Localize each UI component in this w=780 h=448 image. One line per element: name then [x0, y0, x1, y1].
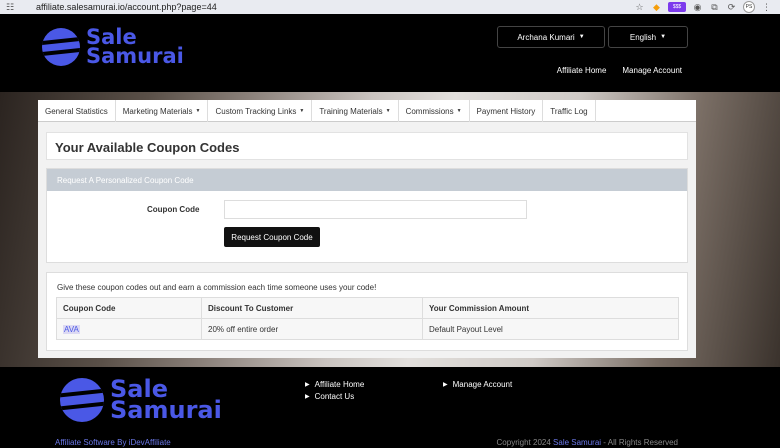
caret-down-icon: ▼: [456, 108, 462, 114]
browser-toolbar: ☷ affiliate.salesamurai.io/account.php?p…: [0, 0, 780, 14]
nav-payment-history[interactable]: Payment History: [470, 100, 544, 122]
footer-link-contact-us[interactable]: ▶ Contact Us: [305, 390, 364, 402]
account-nav: General Statistics Marketing Materials ▼ …: [38, 100, 696, 122]
coupon-code-label: Coupon Code: [147, 205, 200, 214]
arrow-right-icon: ▶: [443, 381, 448, 388]
footer-link-affiliate-home[interactable]: ▶ Affiliate Home: [305, 378, 364, 390]
copyright-brand-link[interactable]: Sale Samurai: [553, 438, 601, 447]
table-header-row: Coupon Code Discount To Customer Your Co…: [56, 297, 679, 319]
logo-text: Sale Samurai: [110, 375, 222, 424]
address-bar[interactable]: affiliate.salesamurai.io/account.php?pag…: [36, 2, 217, 12]
footer-links-col1: ▶ Affiliate Home ▶ Contact Us: [305, 378, 364, 402]
column-header: Coupon Code: [56, 297, 202, 319]
page-title-box: Your Available Coupon Codes: [46, 132, 688, 160]
page-title: Your Available Coupon Codes: [55, 140, 240, 155]
nav-commissions[interactable]: Commissions ▼: [399, 100, 470, 122]
site-logo[interactable]: Sale Samurai: [42, 25, 184, 68]
logo-mark-icon: [42, 28, 80, 66]
manage-account-link[interactable]: Manage Account: [622, 66, 682, 75]
header-links: Affiliate Home Manage Account: [557, 66, 682, 75]
camera-icon[interactable]: ◉: [692, 2, 703, 13]
nav-traffic-log[interactable]: Traffic Log: [543, 100, 596, 122]
menu-icon[interactable]: ⋮: [761, 2, 772, 13]
brave-icon[interactable]: ◆: [651, 2, 662, 13]
language-menu-button[interactable]: English ▼: [608, 26, 688, 48]
arrow-right-icon: ▶: [305, 393, 310, 400]
extension-badge[interactable]: $$$: [668, 2, 686, 12]
request-coupon-section: Request A Personalized Coupon Code Coupo…: [46, 168, 688, 263]
star-icon[interactable]: ☆: [634, 2, 645, 13]
request-heading: Request A Personalized Coupon Code: [47, 169, 687, 191]
browser-actions: ☆ ◆ $$$ ◉ ⧉ ⟳ PS ⋮: [634, 1, 772, 13]
caret-down-icon: ▼: [385, 108, 391, 114]
coupon-code-cell[interactable]: AVA: [56, 318, 202, 340]
site-footer: Sale Samurai ▶ Affiliate Home ▶ Contact Us…: [0, 367, 780, 448]
user-menu-button[interactable]: Archana Kumari ▼: [497, 26, 605, 48]
column-header: Discount To Customer: [201, 297, 423, 319]
coupon-code-input[interactable]: [224, 200, 527, 219]
request-coupon-button[interactable]: Request Coupon Code: [224, 227, 320, 247]
table-row: AVA 20% off entire order Default Payout …: [56, 318, 679, 340]
site-settings-icon[interactable]: ☷: [6, 2, 16, 12]
copyright-text: Copyright 2024 Sale Samurai - All Rights…: [496, 438, 678, 447]
sync-icon[interactable]: ⟳: [726, 2, 737, 13]
commission-cell: Default Payout Level: [422, 318, 679, 340]
main-panel: General Statistics Marketing Materials ▼ …: [38, 100, 696, 358]
discount-cell: 20% off entire order: [201, 318, 423, 340]
logo-mark-icon: [60, 378, 104, 422]
coupon-table: Coupon Code Discount To Customer Your Co…: [56, 297, 679, 340]
profile-avatar[interactable]: PS: [743, 1, 755, 13]
nav-custom-tracking-links[interactable]: Custom Tracking Links ▼: [208, 100, 313, 122]
caret-down-icon: ▼: [299, 108, 305, 114]
footer-links-col2: ▶ Manage Account: [443, 378, 512, 390]
nav-marketing-materials[interactable]: Marketing Materials ▼: [116, 100, 209, 122]
nav-general-statistics[interactable]: General Statistics: [38, 100, 116, 122]
column-header: Your Commission Amount: [422, 297, 679, 319]
coupon-list-section: Give these coupon codes out and earn a c…: [46, 272, 688, 351]
caret-down-icon: ▼: [660, 34, 667, 40]
footer-logo[interactable]: Sale Samurai: [60, 375, 222, 424]
logo-text: Sale Samurai: [86, 25, 184, 68]
site-header: Sale Samurai Archana Kumari ▼ English ▼ …: [0, 14, 780, 92]
affiliate-home-link[interactable]: Affiliate Home: [557, 66, 607, 75]
puzzle-icon[interactable]: ⧉: [709, 2, 720, 13]
coupon-intro-text: Give these coupon codes out and earn a c…: [57, 283, 377, 292]
caret-down-icon: ▼: [195, 108, 201, 114]
powered-by-link[interactable]: Affiliate Software By iDevAffiliate: [55, 438, 171, 447]
caret-down-icon: ▼: [578, 34, 585, 40]
footer-link-manage-account[interactable]: ▶ Manage Account: [443, 378, 512, 390]
nav-training-materials[interactable]: Training Materials ▼: [312, 100, 399, 122]
arrow-right-icon: ▶: [305, 381, 310, 388]
